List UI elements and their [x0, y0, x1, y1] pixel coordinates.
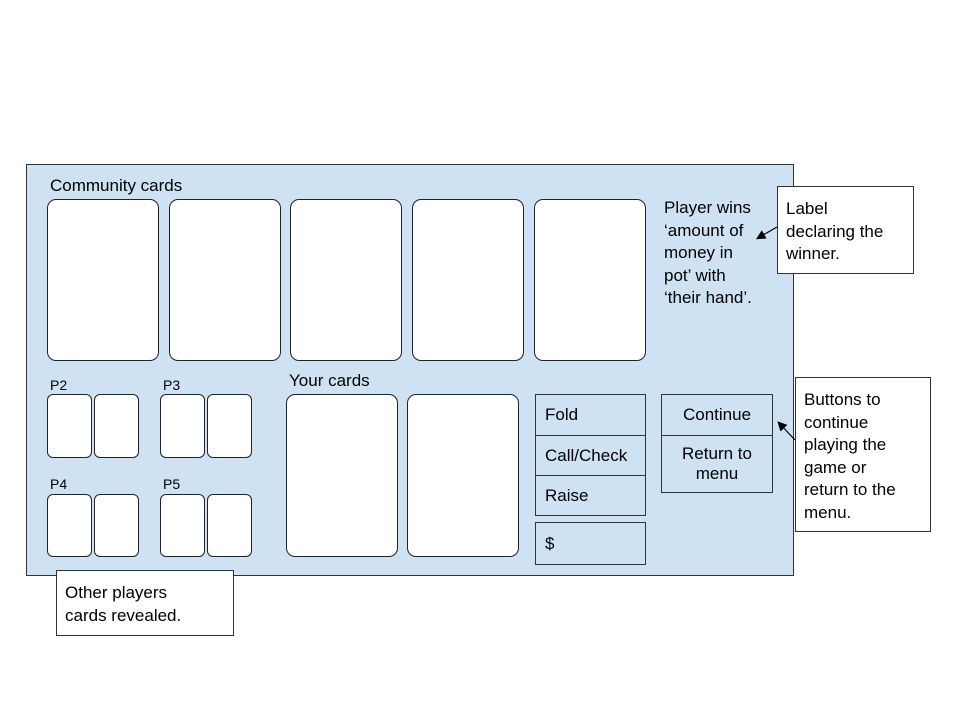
currency-symbol: $: [545, 533, 555, 553]
player-p2-card-2: [94, 394, 139, 458]
player-label-p2: P2: [50, 377, 68, 393]
player-p3-card-2: [207, 394, 252, 458]
community-card-3: [290, 199, 402, 361]
your-cards-label: Your cards: [289, 371, 370, 390]
community-card-4: [412, 199, 524, 361]
community-card-5: [534, 199, 646, 361]
community-cards-label: Community cards: [50, 176, 183, 195]
player-label-p5: P5: [163, 476, 181, 492]
winner-label: Player wins ‘amount of money in pot’ wit…: [664, 198, 752, 307]
bet-amount-input[interactable]: $: [535, 522, 646, 565]
community-card-1: [47, 199, 159, 361]
player-label-p3: P3: [163, 377, 181, 393]
your-card-1: [286, 394, 398, 557]
call-check-button[interactable]: Call/Check: [535, 435, 646, 476]
menu-buttons-annotation: Buttons to continue playing the game or …: [795, 377, 931, 532]
player-p3-card-1: [160, 394, 205, 458]
community-card-2: [169, 199, 281, 361]
player-label-p4: P4: [50, 476, 68, 492]
return-to-menu-button[interactable]: Return to menu: [661, 435, 773, 493]
player-p4-card-1: [47, 494, 92, 557]
winner-label-annotation: Label declaring the winner.: [777, 186, 914, 274]
poker-table-panel: Community cards Player wins ‘amount of m…: [26, 164, 794, 576]
raise-button[interactable]: Raise: [535, 475, 646, 516]
wireframe-page: Community cards Player wins ‘amount of m…: [0, 0, 960, 720]
player-p5-card-2: [207, 494, 252, 557]
fold-button[interactable]: Fold: [535, 394, 646, 436]
player-p4-card-2: [94, 494, 139, 557]
player-p2-card-1: [47, 394, 92, 458]
player-p5-card-1: [160, 494, 205, 557]
your-card-2: [407, 394, 519, 557]
continue-button[interactable]: Continue: [661, 394, 773, 436]
other-players-annotation: Other players cards revealed.: [56, 570, 234, 636]
